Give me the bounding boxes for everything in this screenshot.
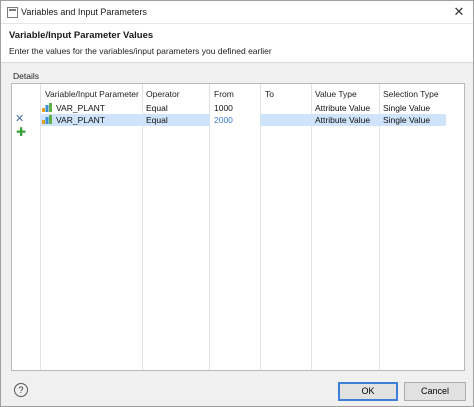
parameters-table: Variable/Input Parameter Operator From T… <box>11 83 465 371</box>
details-label: Details <box>13 71 39 81</box>
dialog-header: Variable/Input Parameter Values Enter th… <box>1 24 473 63</box>
header-description: Enter the values for the variables/input… <box>9 46 272 56</box>
cell-from[interactable]: 1000 <box>214 103 233 113</box>
delete-icon[interactable]: ✕ <box>15 114 24 125</box>
title-bar: Variables and Input Parameters ✕ <box>1 1 473 24</box>
column-header-value-type[interactable]: Value Type <box>315 89 357 99</box>
ok-button[interactable]: OK <box>338 382 398 401</box>
cell-variable: VAR_PLANT <box>56 115 105 125</box>
column-header-selection-type[interactable]: Selection Type <box>383 89 439 99</box>
table-row-selected[interactable]: ✕ VAR_PLANT Equal 2000 Attribute Value S… <box>12 114 464 126</box>
variable-icon <box>42 103 52 112</box>
table-row[interactable]: VAR_PLANT Equal 1000 Attribute Value Sin… <box>12 102 464 114</box>
add-icon[interactable]: ✚ <box>16 126 26 138</box>
window-title: Variables and Input Parameters <box>21 7 147 17</box>
column-header-operator[interactable]: Operator <box>146 89 180 99</box>
cell-operator[interactable]: Equal <box>146 103 168 113</box>
cell-variable: VAR_PLANT <box>56 103 105 113</box>
add-row: ✚ <box>12 126 464 138</box>
header-title: Variable/Input Parameter Values <box>9 30 154 41</box>
window-icon <box>7 7 18 18</box>
cell-value-type[interactable]: Attribute Value <box>315 115 370 125</box>
help-icon[interactable]: ? <box>14 383 28 397</box>
close-button[interactable]: ✕ <box>449 2 469 22</box>
cell-value-type[interactable]: Attribute Value <box>315 103 370 113</box>
variable-icon <box>42 115 52 124</box>
column-header-from[interactable]: From <box>214 89 234 99</box>
column-header-variable[interactable]: Variable/Input Parameter <box>45 89 139 99</box>
cancel-button[interactable]: Cancel <box>404 382 466 401</box>
cell-operator[interactable]: Equal <box>146 115 168 125</box>
cell-selection-type[interactable]: Single Value <box>383 115 430 125</box>
variables-dialog: Variables and Input Parameters ✕ Variabl… <box>0 0 474 407</box>
cell-from-editing[interactable]: 2000 <box>214 115 233 125</box>
column-header-to[interactable]: To <box>265 89 274 99</box>
cell-selection-type[interactable]: Single Value <box>383 103 430 113</box>
